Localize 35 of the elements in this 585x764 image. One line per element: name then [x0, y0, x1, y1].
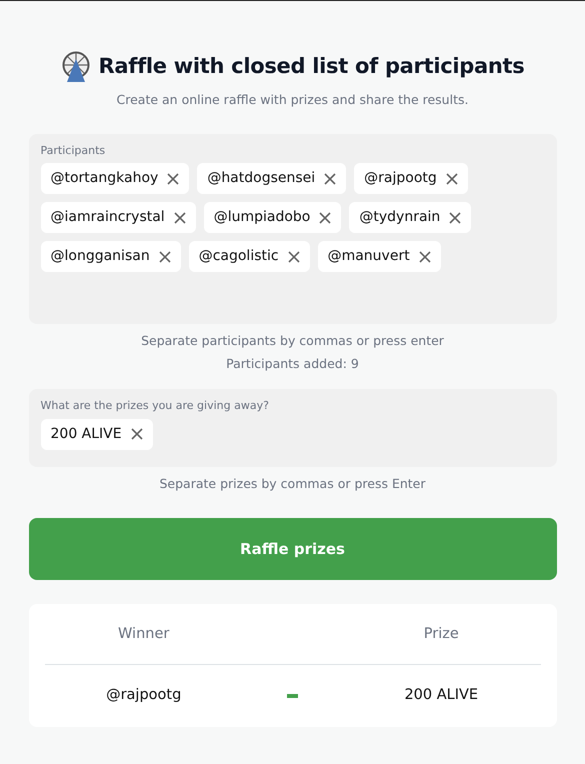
close-icon[interactable]	[446, 172, 458, 185]
tag-label: @lumpiadobo	[214, 208, 310, 228]
page-subtitle: Create an online raffle with prizes and share the results.	[116, 91, 470, 109]
raffle-wheel-icon	[60, 51, 90, 83]
participants-field[interactable]: Participants @tortangkahoy @hatdogsensei @rajpootg @iamraincrystal @lumpiadobo @tydynrain @longganisan @cagolistic @manuvert	[28, 134, 556, 324]
close-icon[interactable]	[319, 212, 332, 224]
tag-label: @hatdogsensei	[207, 169, 316, 188]
page-title: Raffle with closed list of participants	[98, 53, 524, 80]
close-icon[interactable]	[130, 428, 143, 440]
field-hint: Separate participants by commas or press enter	[140, 332, 445, 350]
winner-name: @rajpootg	[106, 686, 182, 703]
field-label: Participants	[40, 142, 106, 159]
close-icon[interactable]	[158, 250, 171, 263]
close-icon[interactable]	[324, 172, 336, 185]
tag-label: @longganisan	[50, 247, 150, 266]
column-header: Prize	[424, 626, 459, 642]
tag-label: @manuvert	[328, 247, 410, 266]
field-hint: Separate prizes by commas or press Enter	[158, 475, 426, 494]
tag-label: @rajpootg	[364, 169, 437, 188]
prizes-field[interactable]: What are the prizes you are giving away? 200 ALIVE	[28, 389, 556, 468]
field-label: What are the prizes you are giving away?	[40, 398, 270, 414]
dash-icon	[286, 694, 298, 698]
participant-count: Participants added: 9	[225, 354, 360, 373]
column-header: Winner	[118, 626, 170, 642]
tag-label: @tortangkahoy	[50, 169, 158, 188]
close-icon[interactable]	[174, 212, 186, 224]
close-icon[interactable]	[288, 250, 300, 263]
close-icon[interactable]	[449, 212, 462, 224]
tag-label: @tydynrain	[359, 208, 440, 228]
tag-label: 200 ALIVE	[50, 424, 122, 444]
close-icon[interactable]	[167, 172, 180, 185]
close-icon[interactable]	[418, 250, 431, 263]
tag-label: @cagolistic	[198, 247, 279, 266]
tag-label: @iamraincrystal	[50, 208, 165, 228]
prize-name: 200 ALIVE	[404, 686, 478, 703]
